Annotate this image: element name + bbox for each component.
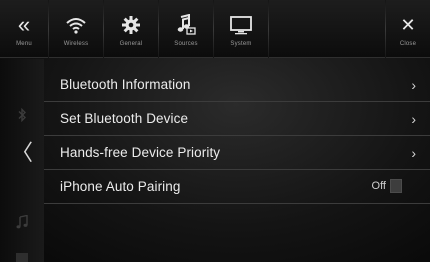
- tab-label: System: [230, 40, 252, 47]
- settings-screen: « Menu Wireless General Sources System ✕…: [0, 0, 430, 262]
- auto-pairing-toggle[interactable]: Off: [372, 179, 402, 193]
- bluetooth-icon: [0, 107, 44, 125]
- back-button[interactable]: 〈: [0, 135, 44, 167]
- tab-system[interactable]: System: [214, 0, 268, 58]
- toggle-value: Off: [371, 180, 386, 192]
- music-note-icon: [0, 214, 44, 234]
- tab-label: General: [119, 40, 143, 47]
- menu-button[interactable]: « Menu: [0, 0, 48, 58]
- tab-general[interactable]: General: [104, 0, 158, 58]
- chevron-right-icon: ›: [411, 111, 416, 127]
- close-label: Close: [399, 40, 417, 47]
- list-item-label: Hands-free Device Priority: [60, 145, 221, 160]
- device-icon: [0, 249, 44, 262]
- close-icon: ✕: [400, 14, 416, 35]
- list-item-iphone-auto-pairing[interactable]: iPhone Auto Pairing Off: [44, 170, 430, 204]
- top-bar: « Menu Wireless General Sources System ✕…: [0, 0, 430, 58]
- list-item-set-bluetooth-device[interactable]: Set Bluetooth Device ›: [44, 102, 430, 136]
- toggle-switch: [390, 179, 402, 193]
- double-chevron-left-icon: «: [17, 11, 31, 37]
- left-strip: 〈: [0, 59, 44, 262]
- chevron-right-icon: ›: [411, 77, 416, 93]
- list-item-bluetooth-information[interactable]: Bluetooth Information ›: [44, 68, 430, 102]
- chevron-right-icon: ›: [411, 145, 416, 161]
- settings-list: Bluetooth Information › Set Bluetooth De…: [44, 68, 430, 204]
- wifi-icon: [65, 12, 87, 38]
- list-item-label: Set Bluetooth Device: [60, 111, 189, 126]
- tab-label: Sources: [174, 40, 198, 47]
- list-item-label: Bluetooth Information: [60, 77, 191, 92]
- list-item-label: iPhone Auto Pairing: [60, 179, 181, 194]
- monitor-icon: [229, 12, 253, 38]
- tab-label: Wireless: [63, 40, 89, 47]
- tab-sources[interactable]: Sources: [159, 0, 213, 58]
- close-button[interactable]: ✕ Close: [386, 0, 430, 58]
- chevron-left-icon: 〈: [10, 140, 33, 165]
- list-item-hands-free-device-priority[interactable]: Hands-free Device Priority ›: [44, 136, 430, 170]
- menu-label: Menu: [16, 40, 32, 47]
- gear-icon: [121, 12, 141, 38]
- tab-wireless[interactable]: Wireless: [49, 0, 103, 58]
- music-note-icon: [176, 12, 196, 38]
